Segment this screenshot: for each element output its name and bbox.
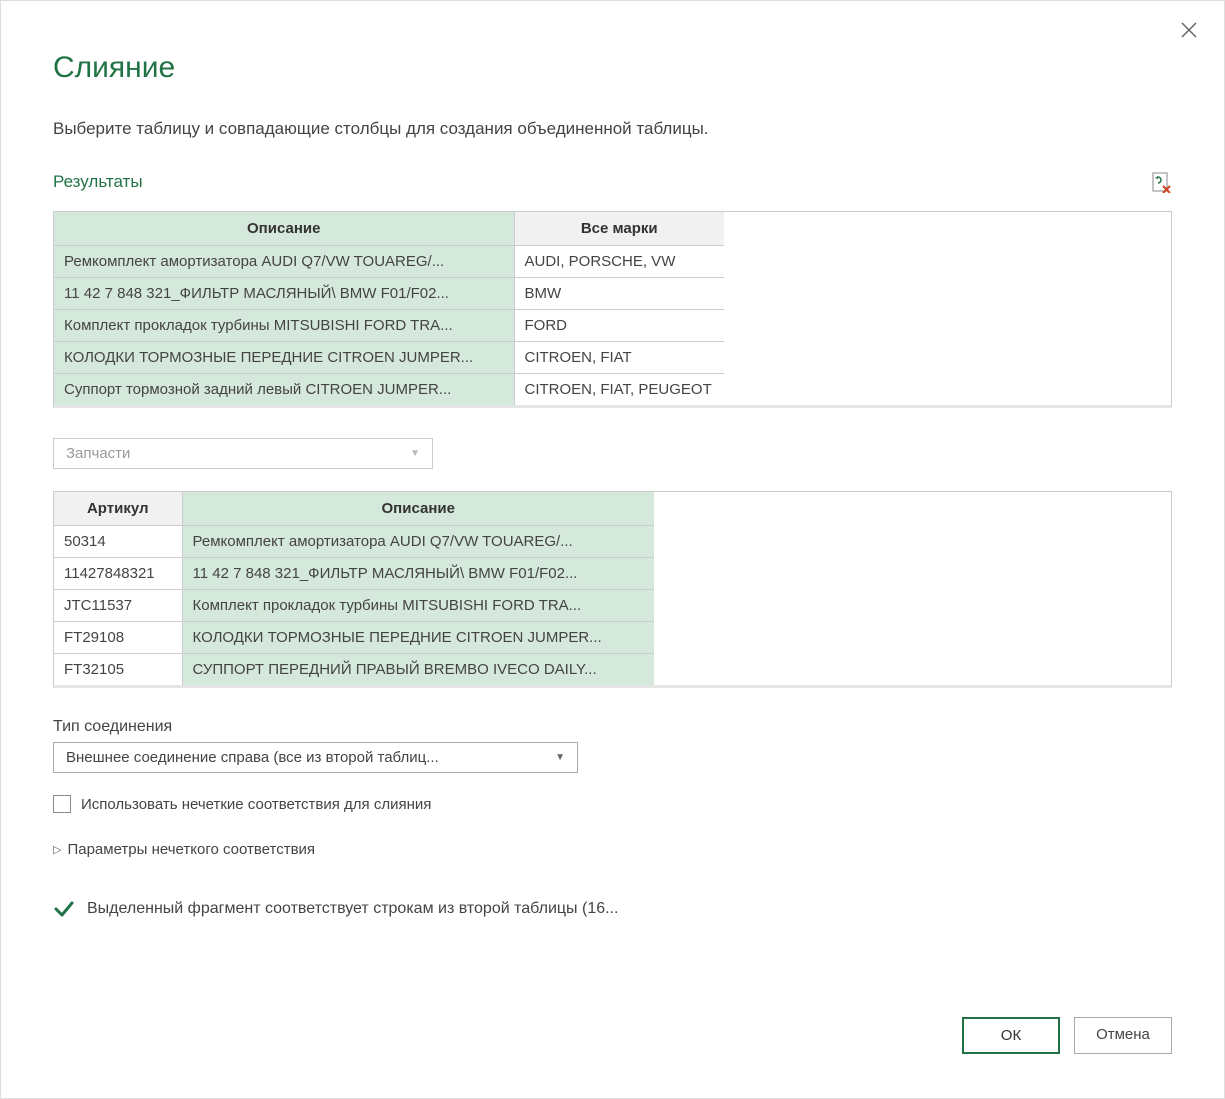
results-table[interactable]: Описание Все марки Ремкомплект амортизат… — [54, 212, 724, 405]
column-header[interactable]: Описание — [182, 492, 654, 526]
cell: Комплект прокладок турбины MITSUBISHI FO… — [54, 310, 514, 342]
cell: Суппорт тормозной задний левый CITROEN J… — [54, 374, 514, 406]
join-type-dropdown[interactable]: Внешнее соединение справа (все из второй… — [53, 742, 578, 773]
cell: CITROEN, FIAT, PEUGEOT — [514, 374, 724, 406]
dropdown-value: Внешнее соединение справа (все из второй… — [66, 749, 439, 766]
cell: 11 42 7 848 321_ФИЛЬТР МАСЛЯНЫЙ\ BMW F01… — [182, 558, 654, 590]
join-type-label: Тип соединения — [53, 718, 1172, 736]
table-row[interactable]: 50314Ремкомплект амортизатора AUDI Q7/VW… — [54, 526, 654, 558]
checkmark-icon — [53, 898, 75, 920]
chevron-down-icon: ▼ — [410, 448, 420, 459]
fuzzy-match-checkbox[interactable] — [53, 795, 71, 813]
refresh-cancel-icon — [1150, 171, 1172, 193]
cell: СУППОРТ ПЕРЕДНИЙ ПРАВЫЙ BREMBO IVECO DAI… — [182, 654, 654, 686]
table-row[interactable]: 11 42 7 848 321_ФИЛЬТР МАСЛЯНЫЙ\ BMW F01… — [54, 278, 724, 310]
cell: BMW — [514, 278, 724, 310]
results-label: Результаты — [53, 172, 143, 192]
cell: CITROEN, FIAT — [514, 342, 724, 374]
cell: Комплект прокладок турбины MITSUBISHI FO… — [182, 590, 654, 622]
second-table-dropdown[interactable]: Запчасти ▼ — [53, 438, 433, 469]
column-header[interactable]: Артикул — [54, 492, 182, 526]
cell: FT29108 — [54, 622, 182, 654]
cell: КОЛОДКИ ТОРМОЗНЫЕ ПЕРЕДНИЕ CITROEN JUMPE… — [182, 622, 654, 654]
cell: FT32105 — [54, 654, 182, 686]
table-row[interactable]: Ремкомплект амортизатора AUDI Q7/VW TOUA… — [54, 246, 724, 278]
refresh-cancel-button[interactable] — [1150, 171, 1172, 193]
table-row[interactable]: FT29108КОЛОДКИ ТОРМОЗНЫЕ ПЕРЕДНИЕ CITROE… — [54, 622, 654, 654]
table-row[interactable]: 1142784832111 42 7 848 321_ФИЛЬТР МАСЛЯН… — [54, 558, 654, 590]
second-table[interactable]: Артикул Описание 50314Ремкомплект аморти… — [54, 492, 654, 685]
table-row[interactable]: JTC11537Комплект прокладок турбины MITSU… — [54, 590, 654, 622]
cell: Ремкомплект амортизатора AUDI Q7/VW TOUA… — [54, 246, 514, 278]
fuzzy-match-label: Использовать нечеткие соответствия для с… — [81, 796, 431, 813]
close-icon — [1181, 22, 1197, 38]
table-header-row: Артикул Описание — [54, 492, 654, 526]
dropdown-value: Запчасти — [66, 445, 130, 462]
ok-button[interactable]: ОК — [962, 1017, 1060, 1054]
table-row[interactable]: КОЛОДКИ ТОРМОЗНЫЕ ПЕРЕДНИЕ CITROEN JUMPE… — [54, 342, 724, 374]
cell: 11427848321 — [54, 558, 182, 590]
cell: 50314 — [54, 526, 182, 558]
table-header-row: Описание Все марки — [54, 212, 724, 246]
cell: JTC11537 — [54, 590, 182, 622]
match-status-text: Выделенный фрагмент соответствует строка… — [87, 900, 618, 918]
dialog-subtitle: Выберите таблицу и совпадающие столбцы д… — [53, 119, 1172, 139]
close-button[interactable] — [1174, 15, 1204, 45]
cell: AUDI, PORSCHE, VW — [514, 246, 724, 278]
dialog-title: Слияние — [53, 51, 1172, 85]
table-row[interactable]: FT32105СУППОРТ ПЕРЕДНИЙ ПРАВЫЙ BREMBO IV… — [54, 654, 654, 686]
fuzzy-options-expander[interactable]: ▷ Параметры нечеткого соответствия — [53, 841, 1172, 858]
chevron-down-icon: ▼ — [555, 752, 565, 763]
cell: КОЛОДКИ ТОРМОЗНЫЕ ПЕРЕДНИЕ CITROEN JUMPE… — [54, 342, 514, 374]
column-header[interactable]: Все марки — [514, 212, 724, 246]
cell: 11 42 7 848 321_ФИЛЬТР МАСЛЯНЫЙ\ BMW F01… — [54, 278, 514, 310]
table-row[interactable]: Комплект прокладок турбины MITSUBISHI FO… — [54, 310, 724, 342]
cancel-button[interactable]: Отмена — [1074, 1017, 1172, 1054]
fuzzy-options-label: Параметры нечеткого соответствия — [67, 841, 315, 858]
column-header[interactable]: Описание — [54, 212, 514, 246]
cell: Ремкомплект амортизатора AUDI Q7/VW TOUA… — [182, 526, 654, 558]
cell: FORD — [514, 310, 724, 342]
results-table-container: Описание Все марки Ремкомплект амортизат… — [53, 211, 1172, 408]
triangle-right-icon: ▷ — [53, 843, 61, 856]
table-row[interactable]: Суппорт тормозной задний левый CITROEN J… — [54, 374, 724, 406]
second-table-container: Артикул Описание 50314Ремкомплект аморти… — [53, 491, 1172, 688]
merge-dialog: Слияние Выберите таблицу и совпадающие с… — [0, 0, 1225, 1099]
